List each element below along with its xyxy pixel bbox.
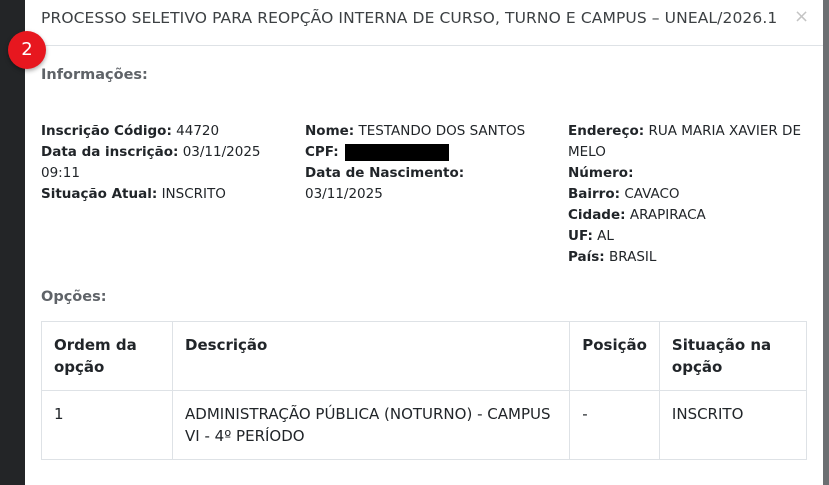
modal-title: PROCESSO SELETIVO PARA REOPÇÃO INTERNA D…: [41, 9, 778, 27]
numero: Número:: [568, 165, 634, 181]
options-section-title: Opções:: [41, 289, 107, 305]
header-posicao: Posição: [569, 321, 660, 391]
endereco: Endereço: RUA MARIA XAVIER DE MELO: [568, 123, 801, 160]
info-section-title: Informações:: [41, 67, 148, 83]
options-table: Ordem da opção Descrição Posição Situaçã…: [40, 321, 808, 460]
data-nascimento: Data de Nascimento: 03/11/2025: [305, 165, 465, 202]
cpf-redacted: [344, 143, 449, 161]
header-ordem: Ordem da opção: [40, 321, 174, 391]
inscricao-codigo: Inscrição Código: 44720: [41, 123, 220, 139]
table-header-row: Ordem da opção Descrição Posição Situaçã…: [40, 321, 808, 391]
cell-ordem: 1: [40, 390, 174, 460]
info-column-address: Endereço: RUA MARIA XAVIER DE MELO Númer…: [568, 121, 808, 268]
step-badge: 2: [8, 31, 46, 69]
pais: País: BRASIL: [568, 249, 657, 265]
info-column-inscription: Inscrição Código: 44720 Data da inscriçã…: [41, 121, 271, 205]
cell-posicao: -: [569, 390, 660, 460]
data-inscricao: Data da inscrição: 03/11/2025 09:11: [41, 144, 261, 181]
cpf: CPF:: [305, 142, 545, 163]
uf: UF: AL: [568, 228, 614, 244]
table-row: 1 ADMINISTRAÇÃO PÚBLICA (NOTURNO) - CAMP…: [40, 390, 808, 460]
close-icon[interactable]: ×: [794, 6, 809, 27]
situacao-atual: Situação Atual: INSCRITO: [41, 186, 226, 202]
modal-header: PROCESSO SELETIVO PARA REOPÇÃO INTERNA D…: [25, 0, 823, 46]
header-descricao: Descrição: [172, 321, 571, 391]
inscription-modal: PROCESSO SELETIVO PARA REOPÇÃO INTERNA D…: [25, 0, 823, 485]
cidade: Cidade: ARAPIRACA: [568, 207, 706, 223]
bairro: Bairro: CAVACO: [568, 186, 680, 202]
info-column-personal: Nome: TESTANDO DOS SANTOS CPF: Data de N…: [305, 121, 545, 205]
header-situacao: Situação na opção: [658, 321, 808, 391]
cell-situacao: INSCRITO: [658, 390, 808, 460]
page-background-left: [0, 0, 25, 485]
cell-descricao: ADMINISTRAÇÃO PÚBLICA (NOTURNO) - CAMPUS…: [172, 390, 571, 460]
nome: Nome: TESTANDO DOS SANTOS: [305, 123, 526, 139]
